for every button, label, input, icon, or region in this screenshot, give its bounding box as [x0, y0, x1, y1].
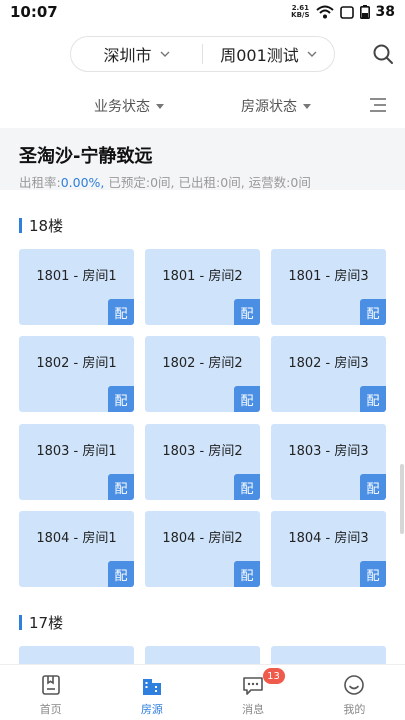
room-label: 1804 - 房间1 — [36, 531, 117, 546]
room-card[interactable]: 1801 - 房间2 配 — [145, 249, 260, 325]
room-card[interactable]: 1801 - 房间3 配 — [271, 249, 386, 325]
furnished-tag: 配 — [360, 386, 386, 412]
room-label: 1802 - 房间2 — [162, 356, 243, 371]
unread-badge: 13 — [262, 668, 285, 684]
status-bar: 10:07 2.61 KB/S 38 — [0, 0, 405, 24]
room-card[interactable]: 1803 - 房间3 配 — [271, 424, 386, 500]
room-card[interactable]: 1801 - 房间1 配 — [19, 249, 134, 325]
room-label: 1804 - 房间2 — [162, 531, 243, 546]
building-summary: 圣淘沙-宁静致远 出租率:0.00%, 已预定:0间, 已出租:0间, 运营数:… — [0, 128, 405, 190]
battery-level: 38 — [375, 4, 395, 20]
room-card[interactable]: 1804 - 房间3 配 — [271, 511, 386, 587]
wifi-icon — [315, 5, 334, 19]
room-label: 1801 - 房间3 — [288, 269, 369, 284]
furnished-tag: 配 — [360, 299, 386, 325]
occupancy-label: 出租率: — [19, 175, 61, 190]
furnished-tag: 配 — [108, 386, 134, 412]
profile-icon — [344, 675, 365, 695]
reserved-label: 已预定: — [108, 175, 151, 190]
nav-label: 我的 — [343, 703, 366, 716]
city-label: 深圳市 — [103, 46, 152, 65]
floor-label: 18楼 — [29, 217, 64, 235]
battery-icon — [359, 5, 370, 19]
project-label: 周001测试 — [220, 46, 299, 65]
scrollbar-thumb[interactable] — [400, 464, 404, 534]
room-label: 1801 - 房间1 — [36, 269, 117, 284]
room-card[interactable]: 1802 - 房间1 配 — [19, 336, 134, 412]
operating-value: 0间 — [290, 175, 311, 190]
furnished-tag: 配 — [108, 561, 134, 587]
furnished-tag: 配 — [108, 299, 134, 325]
floor-accent-bar — [19, 615, 22, 630]
network-speed-unit: KB/S — [291, 11, 310, 19]
nav-profile[interactable]: 我的 — [304, 665, 405, 720]
network-speed: 2.61 KB/S — [291, 5, 309, 19]
room-label: 1803 - 房间3 — [288, 444, 369, 459]
bottom-nav: 首页 房源 消息 13 我的 — [0, 664, 405, 720]
room-label: 1803 - 房间1 — [36, 444, 117, 459]
chevron-down-icon — [307, 51, 317, 57]
room-label: 1802 - 房间1 — [36, 356, 117, 371]
project-selector[interactable]: 周001测试 — [203, 37, 334, 71]
nav-label: 首页 — [39, 703, 62, 716]
furnished-tag: 配 — [360, 474, 386, 500]
floor-header: 17楼 — [19, 612, 63, 633]
message-icon — [243, 677, 263, 695]
furnished-tag: 配 — [234, 561, 260, 587]
status-time: 10:07 — [10, 3, 58, 21]
header: 深圳市 周001测试 — [0, 36, 405, 74]
room-card[interactable]: 1803 - 房间1 配 — [19, 424, 134, 500]
phone-signal-icon — [339, 5, 354, 19]
furnished-tag: 配 — [234, 474, 260, 500]
city-selector[interactable]: 深圳市 — [71, 37, 202, 71]
rented-value: 0间, — [220, 175, 245, 190]
furnished-tag: 配 — [234, 386, 260, 412]
furnished-tag: 配 — [234, 299, 260, 325]
nav-label: 消息 — [242, 703, 265, 716]
house-status-label: 房源状态 — [241, 99, 297, 115]
floor-accent-bar — [19, 218, 22, 233]
building-name: 圣淘沙-宁静致远 — [19, 146, 153, 167]
rented-label: 已出租: — [178, 175, 221, 190]
nav-messages[interactable]: 消息 13 — [203, 665, 304, 720]
building-icon — [142, 679, 161, 695]
room-label: 1802 - 房间3 — [288, 356, 369, 371]
floor-header: 18楼 — [19, 215, 63, 236]
nav-label: 房源 — [140, 703, 163, 716]
reserved-value: 0间, — [150, 175, 175, 190]
business-status-filter[interactable]: 业务状态 — [94, 96, 164, 116]
home-icon — [41, 675, 60, 695]
room-card[interactable]: 1804 - 房间1 配 — [19, 511, 134, 587]
nav-listings[interactable]: 房源 — [101, 665, 202, 720]
operating-label: 运营数: — [248, 175, 291, 190]
room-label: 1801 - 房间2 — [162, 269, 243, 284]
room-card[interactable]: 1802 - 房间3 配 — [271, 336, 386, 412]
room-label: 1804 - 房间3 — [288, 531, 369, 546]
room-card[interactable]: 1802 - 房间2 配 — [145, 336, 260, 412]
caret-down-icon — [156, 103, 164, 109]
building-stats: 出租率:0.00%, 已预定:0间, 已出租:0间, 运营数:0间 — [19, 172, 386, 191]
room-label: 1803 - 房间2 — [162, 444, 243, 459]
house-status-filter[interactable]: 房源状态 — [241, 96, 311, 116]
furnished-tag: 配 — [360, 561, 386, 587]
search-icon[interactable] — [371, 42, 395, 66]
occupancy-value: 0.00%, — [60, 175, 105, 190]
status-icons: 2.61 KB/S 38 — [291, 4, 395, 20]
furnished-tag: 配 — [108, 474, 134, 500]
caret-down-icon — [303, 103, 311, 109]
location-selector: 深圳市 周001测试 — [70, 36, 335, 72]
room-card[interactable]: 1803 - 房间2 配 — [145, 424, 260, 500]
filter-bar: 业务状态 房源状态 — [0, 90, 405, 122]
menu-icon[interactable] — [370, 98, 386, 112]
chevron-down-icon — [160, 51, 169, 57]
room-card[interactable]: 1804 - 房间2 配 — [145, 511, 260, 587]
business-status-label: 业务状态 — [94, 99, 150, 115]
nav-home[interactable]: 首页 — [0, 665, 101, 720]
floor-label: 17楼 — [29, 614, 64, 632]
